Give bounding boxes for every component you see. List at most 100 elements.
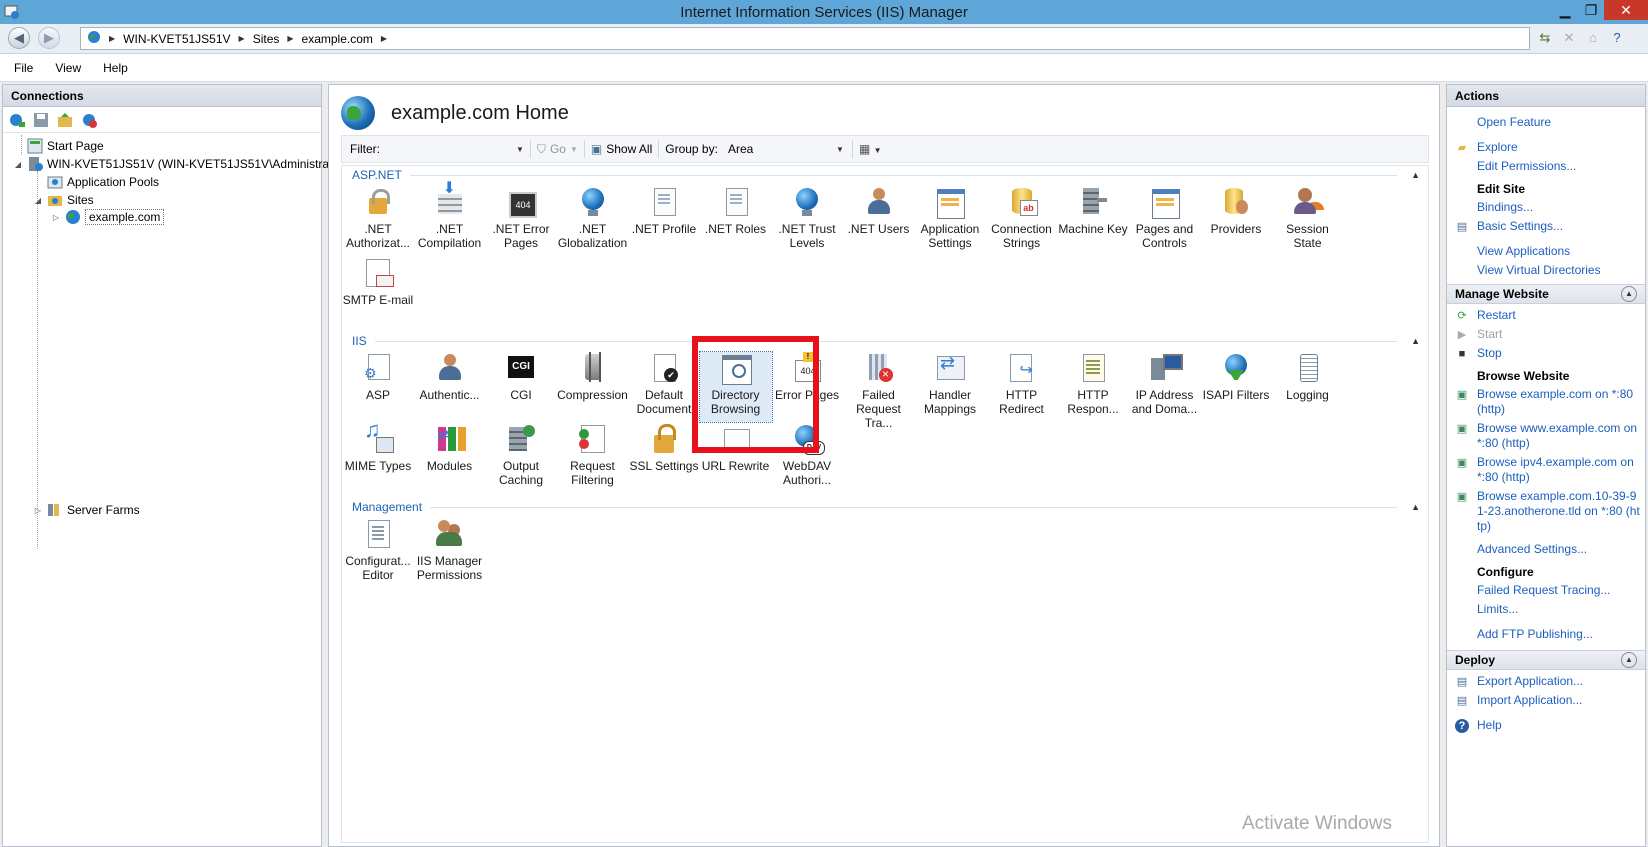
feature-tile-error-404[interactable]: .NET ErrorPages (485, 186, 557, 256)
minimize-button[interactable]: ▁ (1552, 0, 1578, 20)
feature-tile-compression[interactable]: Compression (557, 352, 629, 422)
view-applications-link[interactable]: View Applications (1447, 242, 1645, 261)
feature-tile-mail[interactable]: SMTP E-mail (342, 257, 414, 327)
feature-tile-roles[interactable]: .NET Roles (700, 186, 772, 256)
feature-tile-users[interactable]: .NET Users (843, 186, 915, 256)
group-by-select[interactable]: Area ▼ (726, 139, 846, 159)
filter-dropdown-icon[interactable]: ▼ (516, 145, 524, 154)
tree-node-application-pools[interactable]: Application Pools (47, 173, 159, 191)
back-button[interactable]: ◀ (8, 27, 30, 49)
explore-link[interactable]: ▰ Explore (1447, 138, 1645, 157)
group-header-aspnet[interactable]: ASP.NET ▲ (352, 166, 1420, 184)
breadcrumb-sites[interactable]: Sites (253, 32, 280, 46)
breadcrumb-separator-icon[interactable]: ▶ (287, 34, 293, 43)
basic-settings-link[interactable]: ▤ Basic Settings... (1447, 217, 1645, 236)
breadcrumb-separator-icon[interactable]: ▶ (381, 34, 387, 43)
breadcrumb-separator-icon[interactable]: ▶ (239, 34, 245, 43)
home-icon[interactable]: ⌂ (1584, 29, 1602, 47)
export-application-link[interactable]: ▤ Export Application... (1447, 672, 1645, 691)
tree-node-server[interactable]: ◢ WIN-KVET51JS51V (WIN-KVET51JS51V\Admin… (13, 155, 339, 173)
tree-node-server-farms[interactable]: ▷ Server Farms (33, 501, 140, 519)
browse-example-link[interactable]: ▣ Browse example.com on *:80 (http) (1447, 385, 1645, 419)
collapse-icon[interactable]: ▲ (1621, 286, 1637, 302)
view-mode-icon[interactable]: ▦ ▼ (859, 142, 882, 156)
filter-input[interactable] (386, 139, 516, 159)
browse-www-link[interactable]: ▣ Browse www.example.com on *:80 (http) (1447, 419, 1645, 453)
feature-tile-globe[interactable]: .NET Globalization (557, 186, 629, 256)
show-all-button[interactable]: ▣ Show All (591, 142, 652, 156)
group-by-dropdown-icon[interactable]: ▼ (836, 145, 844, 154)
feature-tile-asp[interactable]: ASP (342, 352, 414, 422)
feature-tile-cgi[interactable]: CGI (485, 352, 557, 422)
feature-tile-permissions[interactable]: IIS Manager Permissions (414, 518, 486, 588)
view-virtual-directories-link[interactable]: View Virtual Directories (1447, 261, 1645, 280)
import-application-link[interactable]: ▤ Import Application... (1447, 691, 1645, 710)
breadcrumb-separator-icon[interactable]: ▶ (109, 34, 115, 43)
disconnect-server-icon[interactable] (81, 112, 97, 128)
feature-tile-settings-list[interactable]: Application Settings (914, 186, 986, 256)
feature-tile-redirect[interactable]: HTTPRedirect (986, 352, 1058, 422)
group-header-management[interactable]: Management ▲ (352, 498, 1420, 516)
collapse-icon[interactable]: ▲ (1411, 502, 1420, 512)
menu-file[interactable]: File (14, 61, 33, 75)
connect-icon[interactable]: ⇆ (1536, 29, 1554, 47)
group-header-iis[interactable]: IIS ▲ (352, 332, 1420, 350)
feature-tile-window[interactable]: Pages and Controls (1129, 186, 1201, 256)
collapse-arrow-icon[interactable]: ◢ (13, 160, 23, 169)
feature-tile-server-key[interactable]: Machine Key (1057, 186, 1129, 256)
browse-ipv4-link[interactable]: ▣ Browse ipv4.example.com on *:80 (http) (1447, 453, 1645, 487)
failed-request-tracing-link[interactable]: Failed Request Tracing... (1447, 581, 1645, 600)
collapse-icon[interactable]: ▲ (1621, 652, 1637, 668)
go-dropdown-icon[interactable]: ▼ (570, 145, 578, 154)
feature-tile-default-document[interactable]: DefaultDocument (628, 352, 700, 422)
breadcrumb-server[interactable]: WIN-KVET51JS51V (123, 32, 230, 46)
feature-tile-handler-mappings[interactable]: HandlerMappings (914, 352, 986, 422)
help-link[interactable]: ? Help (1447, 716, 1645, 735)
feature-tile-lock[interactable]: .NET Authorizat... (342, 186, 414, 256)
go-button[interactable]: ⛉ Go ▼ (537, 142, 578, 157)
deploy-header[interactable]: Deploy ▲ (1447, 650, 1645, 670)
restart-link[interactable]: ⟳ Restart (1447, 306, 1645, 325)
feature-tile-authentication[interactable]: Authentic... (414, 352, 486, 422)
menu-view[interactable]: View (55, 61, 81, 75)
collapse-arrow-icon[interactable]: ◢ (33, 196, 43, 205)
feature-tile-configuration-editor[interactable]: Configurat... Editor (342, 518, 414, 588)
collapse-icon[interactable]: ▲ (1411, 170, 1420, 180)
manage-website-header[interactable]: Manage Website ▲ (1447, 284, 1645, 304)
feature-tile-session[interactable]: Session State (1272, 186, 1344, 256)
feature-tile-request-filtering[interactable]: Request Filtering (557, 423, 629, 493)
collapse-icon[interactable]: ▲ (1411, 336, 1420, 346)
feature-tile-logging[interactable]: Logging (1272, 352, 1344, 422)
feature-tile-providers[interactable]: Providers (1200, 186, 1272, 256)
feature-tile-url-rewrite[interactable]: URL Rewrite (700, 423, 772, 493)
feature-tile-http-response[interactable]: HTTP Respon... (1057, 352, 1129, 422)
save-icon[interactable] (33, 112, 49, 128)
close-button[interactable]: ✕ (1604, 0, 1648, 20)
feature-tile-trust-globe[interactable]: .NET Trust Levels (771, 186, 843, 256)
add-ftp-link[interactable]: Add FTP Publishing... (1447, 625, 1645, 644)
feature-tile-mime-types[interactable]: MIME Types (342, 423, 414, 493)
feature-tile-isapi-filters[interactable]: ISAPI Filters (1200, 352, 1272, 422)
bindings-link[interactable]: Bindings... (1447, 198, 1645, 217)
feature-tile-ssl-lock[interactable]: SSL Settings (628, 423, 700, 493)
limits-link[interactable]: Limits... (1447, 600, 1645, 619)
connect-server-icon[interactable] (9, 112, 25, 128)
start-link[interactable]: ▶ Start (1447, 325, 1645, 344)
restore-button[interactable]: ❐ (1578, 0, 1604, 20)
feature-tile-webdav[interactable]: WebDAVAuthori... (771, 423, 843, 493)
feature-tile-directory-browsing[interactable]: Directory Browsing (698, 351, 773, 423)
breadcrumb[interactable]: ▶ WIN-KVET51JS51V ▶ Sites ▶ example.com … (80, 27, 1530, 50)
stop-link[interactable]: ■ Stop (1447, 344, 1645, 363)
feature-tile-compilation[interactable]: .NETCompilation (414, 182, 486, 256)
breadcrumb-site[interactable]: example.com (302, 32, 373, 46)
open-feature-link[interactable]: Open Feature (1447, 113, 1645, 132)
browse-anotherone-link[interactable]: ▣ Browse example.com.10-39-91-23.anothero… (1447, 487, 1645, 536)
menu-help[interactable]: Help (103, 61, 128, 75)
expand-arrow-icon[interactable]: ▷ (33, 506, 43, 515)
tree-node-sites[interactable]: ◢ Sites (33, 191, 94, 209)
up-folder-icon[interactable] (57, 112, 73, 128)
advanced-settings-link[interactable]: Advanced Settings... (1447, 540, 1645, 559)
help-icon[interactable]: ? (1608, 29, 1626, 47)
feature-tile-error-pages[interactable]: Error Pages (771, 352, 843, 422)
tree-node-example-com[interactable]: ▷ example.com (51, 208, 165, 226)
